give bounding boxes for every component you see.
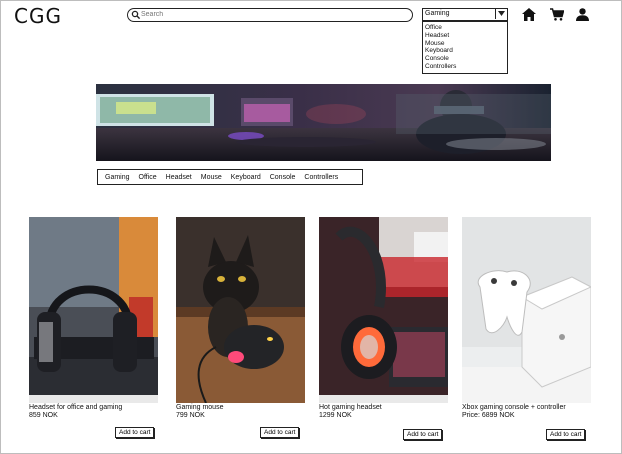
dropdown-option[interactable]: Office (425, 24, 505, 32)
product-image-mouse[interactable] (176, 217, 305, 403)
home-icon[interactable] (522, 8, 536, 21)
product-card: Gaming mouse 799 NOK Add to cart (176, 217, 305, 438)
category-dropdown: Office Headset Mouse Keyboard Console Co… (422, 21, 508, 74)
product-name: Hot gaming headset (319, 404, 382, 411)
dropdown-arrow[interactable] (495, 9, 507, 19)
product-card: Headset for office and gaming 859 NOK Ad… (29, 217, 158, 438)
product-price: 799 NOK (176, 411, 205, 419)
category-link[interactable]: Mouse (201, 174, 222, 181)
chevron-down-icon (498, 11, 505, 16)
add-to-cart-button[interactable]: Add to cart (260, 427, 300, 438)
category-link[interactable]: Office (139, 174, 157, 181)
product-image-headset[interactable] (29, 217, 158, 403)
product-price: 859 NOK (29, 411, 58, 419)
dropdown-option[interactable]: Controllers (425, 63, 505, 71)
product-image-headset-red[interactable] (319, 217, 448, 403)
product-card: Hot gaming headset 1299 NOK Add to cart (319, 217, 448, 440)
category-link[interactable]: Keyboard (231, 174, 261, 181)
product-price: 1299 NOK (319, 411, 352, 419)
dropdown-option[interactable]: Keyboard (425, 47, 505, 55)
cart-icon[interactable] (550, 8, 564, 21)
site-logo[interactable]: CGG (14, 4, 62, 28)
hero-banner-image (96, 84, 551, 161)
category-link[interactable]: Console (270, 174, 296, 181)
product-image-xbox[interactable] (462, 217, 591, 403)
user-icon[interactable] (576, 8, 589, 21)
search-icon (131, 10, 141, 20)
category-select-value: Gaming (425, 10, 450, 17)
dropdown-option[interactable]: Mouse (425, 40, 505, 48)
category-link[interactable]: Controllers (304, 174, 338, 181)
dropdown-option[interactable]: Console (425, 55, 505, 63)
category-select[interactable]: Gaming (422, 8, 508, 21)
category-link[interactable]: Gaming (105, 174, 130, 181)
add-to-cart-button[interactable]: Add to cart (546, 429, 586, 440)
product-price: Price: 6899 NOK (462, 411, 515, 419)
product-card: Xbox gaming console + controller Price: … (462, 217, 591, 440)
category-link[interactable]: Headset (166, 174, 192, 181)
category-nav: Gaming Office Headset Mouse Keyboard Con… (97, 169, 363, 185)
search-bar[interactable] (127, 8, 413, 22)
product-name: Xbox gaming console + controller (462, 404, 566, 411)
add-to-cart-button[interactable]: Add to cart (403, 429, 443, 440)
product-name: Headset for office and gaming (29, 404, 123, 411)
search-input[interactable] (141, 9, 401, 20)
add-to-cart-button[interactable]: Add to cart (115, 427, 155, 438)
dropdown-option[interactable]: Headset (425, 32, 505, 40)
product-name: Gaming mouse (176, 404, 224, 411)
